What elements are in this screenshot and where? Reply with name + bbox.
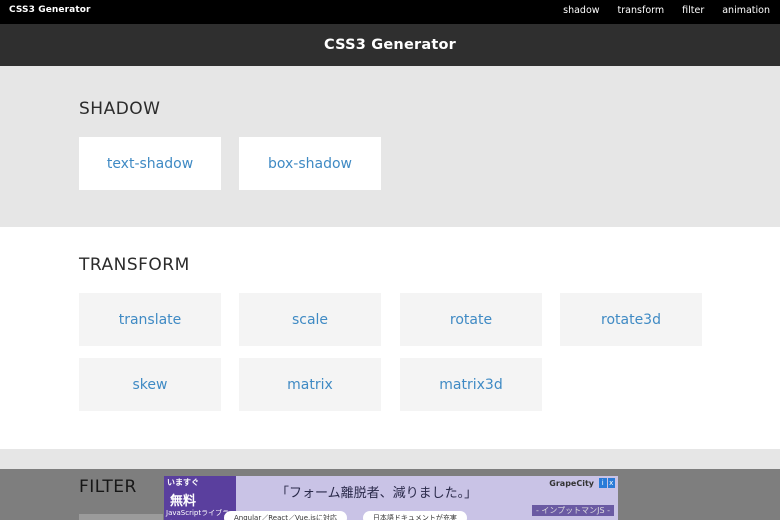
tile-skew[interactable]: skew	[79, 358, 221, 411]
top-navbar: CSS3 Generator shadow transform filter a…	[0, 0, 780, 24]
ad-headline: 「フォーム離脱者、減りました。」	[276, 486, 478, 501]
ad-info-icon[interactable]: i	[599, 478, 607, 488]
nav-link-filter[interactable]: filter	[682, 5, 704, 16]
ad-brand-logo: GrapeCity	[549, 479, 594, 488]
filter-tile-partial[interactable]	[79, 514, 163, 520]
page-header: CSS3 Generator	[0, 24, 780, 66]
ad-corner-text-1: いますぐ	[167, 478, 199, 487]
nav-link-shadow[interactable]: shadow	[563, 5, 599, 16]
shadow-section-title: SHADOW	[79, 99, 161, 119]
tile-matrix3d[interactable]: matrix3d	[400, 358, 542, 411]
ad-product-name: - インプットマンJS -	[531, 505, 614, 516]
brand-logo[interactable]: CSS3 Generator	[9, 5, 91, 15]
nav-link-transform[interactable]: transform	[618, 5, 665, 16]
shadow-section: SHADOW text-shadow box-shadow	[0, 66, 780, 227]
main-nav: shadow transform filter animation	[563, 5, 770, 16]
tile-translate[interactable]: translate	[79, 293, 221, 346]
ad-feature-pills: Angular／React／Vue.jsに対応 日本語ドキュメントが充実	[224, 511, 467, 520]
ad-corner-text-2: 無料	[170, 494, 197, 509]
tile-text-shadow[interactable]: text-shadow	[79, 137, 221, 190]
transform-section-title: TRANSFORM	[79, 255, 190, 275]
nav-link-animation[interactable]: animation	[722, 5, 770, 16]
ad-pill-docs: 日本語ドキュメントが充実	[362, 511, 467, 520]
tile-box-shadow[interactable]: box-shadow	[239, 137, 381, 190]
banner-ad[interactable]: いますぐ 無料 JavaScriptライブラリ 「フォーム離脱者、減りました。」…	[164, 476, 618, 520]
transform-section: TRANSFORM translate scale rotate rotate3…	[0, 227, 780, 449]
page-title: CSS3 Generator	[324, 37, 456, 53]
tile-rotate3d[interactable]: rotate3d	[560, 293, 702, 346]
ad-pill-frameworks: Angular／React／Vue.jsに対応	[224, 511, 347, 520]
tile-rotate[interactable]: rotate	[400, 293, 542, 346]
tile-scale[interactable]: scale	[239, 293, 381, 346]
ad-close-controls[interactable]: i x	[599, 478, 615, 488]
tile-matrix[interactable]: matrix	[239, 358, 381, 411]
ad-close-icon[interactable]: x	[607, 478, 615, 488]
